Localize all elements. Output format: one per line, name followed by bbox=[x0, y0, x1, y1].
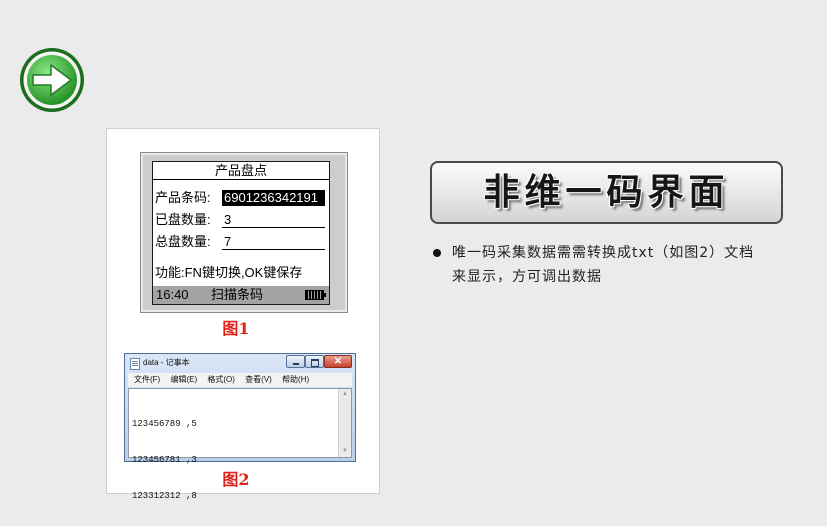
bullet-line: 唯一码采集数据需需转换成txt（如图2）文档 bbox=[452, 245, 755, 261]
barcode-row: 产品条码: 6901236342191 bbox=[155, 190, 327, 206]
figure1-caption: 图1 bbox=[222, 319, 250, 338]
next-arrow-button[interactable] bbox=[18, 46, 86, 114]
barcode-value: 6901236342191 bbox=[222, 190, 325, 206]
arrow-right-circle-icon bbox=[20, 48, 84, 112]
device-screen: 产品盘点 产品条码: 6901236342191 已盘数量: 3 总盘数量: 7… bbox=[152, 161, 330, 305]
text-line: 123456781 ,3 bbox=[132, 455, 197, 465]
menu-edit[interactable]: 编辑(E) bbox=[170, 373, 197, 387]
figure2-caption: 图2 bbox=[222, 470, 250, 489]
bullet-dot-icon bbox=[433, 249, 441, 257]
total-qty-row: 总盘数量: 7 bbox=[155, 234, 327, 250]
function-hint: 功能:FN键切换,OK键保存 bbox=[155, 265, 303, 280]
scroll-up-icon[interactable]: ▲ bbox=[339, 389, 351, 400]
bullet-line: 来显示，方可调出数据 bbox=[452, 269, 602, 285]
text-area[interactable]: 123456789 ,5 123456781 ,3 123312312 ,8 ▲… bbox=[128, 388, 352, 501]
counted-qty-row: 已盘数量: 3 bbox=[155, 212, 327, 228]
menu-bar: 文件(F) 编辑(E) 格式(O) 查看(V) 帮助(H) bbox=[128, 373, 352, 387]
notepad-window: data - 记事本 ✕ 文件(F) 编辑(E) 格式(O) 查看(V) 帮助(… bbox=[124, 353, 356, 501]
bullet-text: 唯一码采集数据需需转换成txt（如图2）文档 来显示，方可调出数据 bbox=[452, 241, 754, 289]
menu-help[interactable]: 帮助(H) bbox=[282, 373, 309, 387]
total-qty-value: 7 bbox=[222, 234, 325, 250]
counted-qty-label: 已盘数量: bbox=[155, 212, 211, 227]
battery-icon bbox=[305, 290, 326, 300]
menu-file[interactable]: 文件(F) bbox=[134, 373, 160, 387]
menu-format[interactable]: 格式(O) bbox=[207, 373, 235, 387]
close-icon: ✕ bbox=[333, 356, 343, 367]
counted-qty-value: 3 bbox=[222, 212, 325, 228]
page-title: 非维一码界面 bbox=[430, 161, 783, 224]
status-mode: 扫描条码 bbox=[211, 287, 264, 302]
minimize-button[interactable] bbox=[286, 355, 305, 368]
window-titlebar[interactable]: data - 记事本 ✕ bbox=[125, 354, 355, 372]
vertical-scrollbar[interactable]: ▲ ▼ bbox=[338, 389, 351, 457]
screen-title: 产品盘点 bbox=[153, 162, 329, 180]
scroll-down-icon[interactable]: ▼ bbox=[339, 446, 351, 457]
menu-view[interactable]: 查看(V) bbox=[245, 373, 272, 387]
window-title: data - 记事本 bbox=[143, 358, 190, 367]
total-qty-label: 总盘数量: bbox=[155, 234, 211, 249]
barcode-label: 产品条码: bbox=[155, 190, 211, 205]
status-time: 16:40 bbox=[156, 287, 189, 302]
text-line: 123456789 ,5 bbox=[132, 419, 197, 429]
maximize-button[interactable] bbox=[305, 355, 324, 368]
status-bar: 16:40 扫描条码 bbox=[153, 286, 329, 304]
notepad-icon bbox=[130, 358, 140, 370]
text-content: 123456789 ,5 123456781 ,3 123312312 ,8 bbox=[132, 394, 197, 526]
close-button[interactable]: ✕ bbox=[324, 355, 352, 368]
text-line: 123312312 ,8 bbox=[132, 491, 197, 501]
